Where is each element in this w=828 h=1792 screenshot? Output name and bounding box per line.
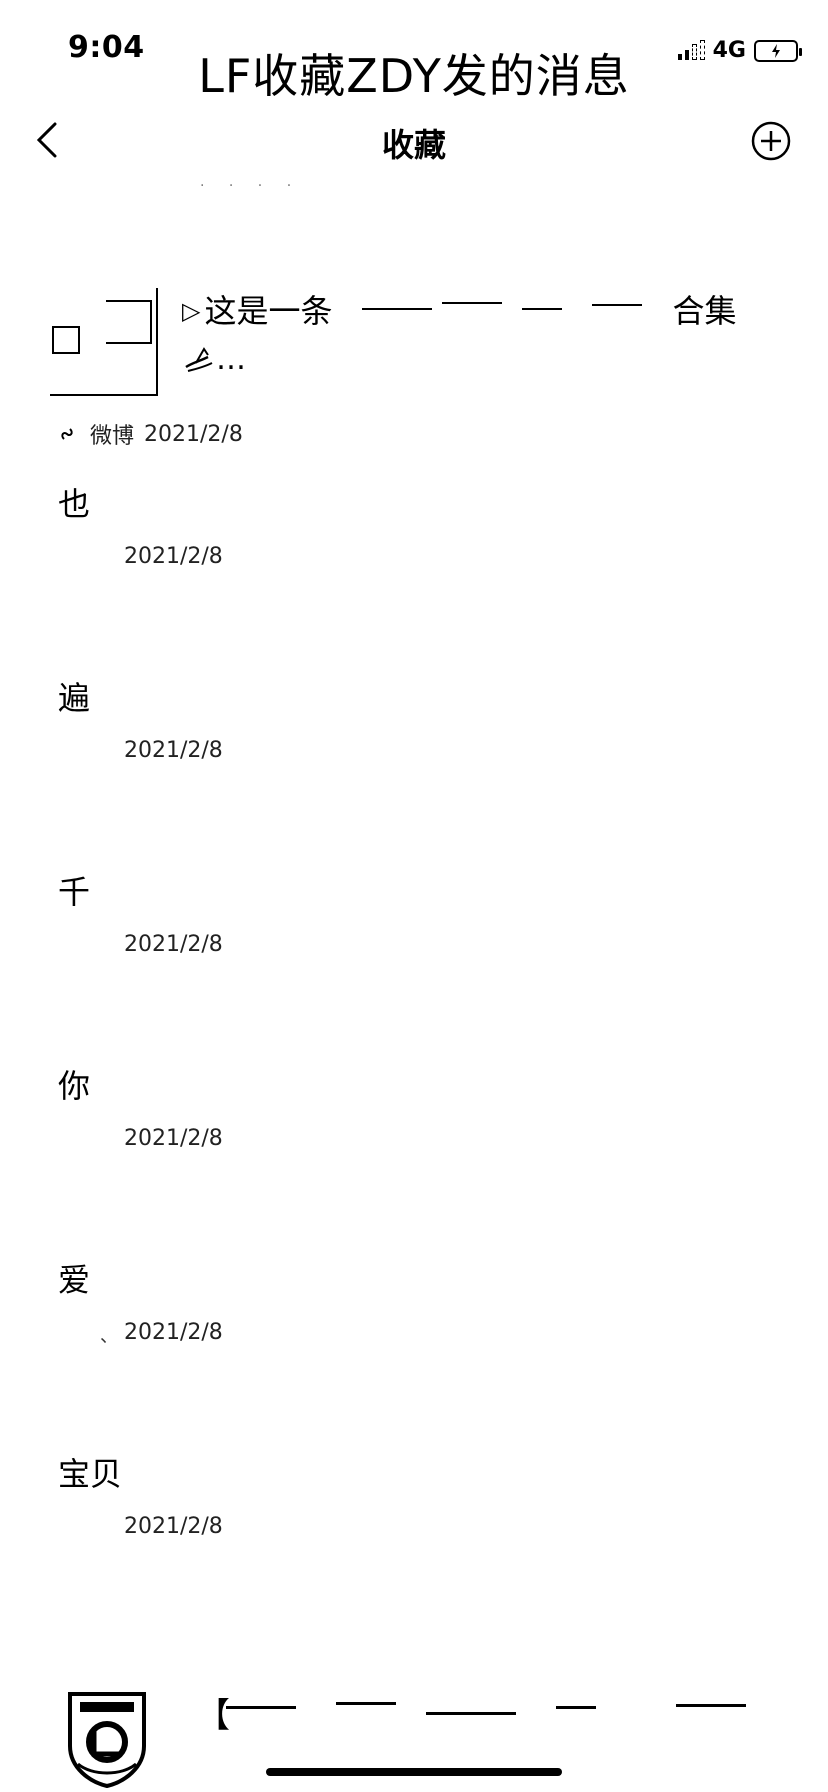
plus-circle-icon [751,121,791,161]
favorite-text: 遍 [58,679,91,717]
link-date: 2021/2/8 [144,421,243,447]
university-logo [64,1690,150,1789]
add-button[interactable] [750,120,792,162]
link-title-prefix: 这是一条 [204,292,333,330]
redacted-text [342,300,663,322]
faded-placeholder: · · · · [200,178,302,194]
favorite-date: 2021/2/8 [124,738,223,763]
favorite-text: 宝贝 [58,1455,123,1493]
status-indicators: 4G [677,38,802,63]
favorites-list: ▷ 这是一条 合集 … 微博 2021/2/8 也 2021/2/8 遍 202… [0,270,828,1634]
favorite-link-card[interactable]: ▷ 这是一条 合集 … 微博 2021/2/8 [0,270,828,470]
bottom-item-preview[interactable]: 【 [196,1688,756,1778]
favorite-text: 千 [58,873,91,911]
link-thumbnail [50,288,158,396]
favorite-item[interactable]: 宝贝 2021/2/8 [0,1440,828,1634]
link-title-suffix: 合集 [672,292,737,330]
home-indicator[interactable] [266,1768,562,1776]
link-title: ▷ 这是一条 合集 [182,286,782,336]
network-type: 4G [712,38,746,63]
page-title: 收藏 [381,126,446,164]
favorite-item[interactable]: 遍 2021/2/8 [0,664,828,858]
favorite-mark: 、 [100,1326,118,1347]
status-time: 9:04 [68,30,145,65]
link-second-line: … [182,340,246,380]
favorite-text: 你 [58,1067,91,1105]
favorite-text: 也 [58,485,91,523]
battery-charging-icon [754,39,802,62]
emoji-icon [185,347,213,372]
signal-icon [677,39,705,60]
bottom-bracket: 【 [196,1696,230,1736]
favorite-text: 爱 [58,1261,91,1299]
link-icon [61,428,73,440]
favorite-item[interactable]: 千 2021/2/8 [0,858,828,1052]
favorite-date: 2021/2/8 [124,1320,223,1345]
play-icon: ▷ [182,297,201,325]
favorite-date: 2021/2/8 [124,1126,223,1151]
favorite-date: 2021/2/8 [124,1514,223,1539]
redacted-text [226,1702,746,1742]
favorite-item[interactable]: 你 2021/2/8 [0,1052,828,1246]
favorite-item[interactable]: 爱 、 2021/2/8 [0,1246,828,1440]
link-meta: 微博 2021/2/8 [58,418,243,450]
link-ellipsis: … [216,342,246,377]
favorite-item[interactable]: 也 2021/2/8 [0,470,828,664]
favorite-date: 2021/2/8 [124,932,223,957]
link-source: 微博 [90,424,135,449]
favorite-date: 2021/2/8 [124,544,223,569]
